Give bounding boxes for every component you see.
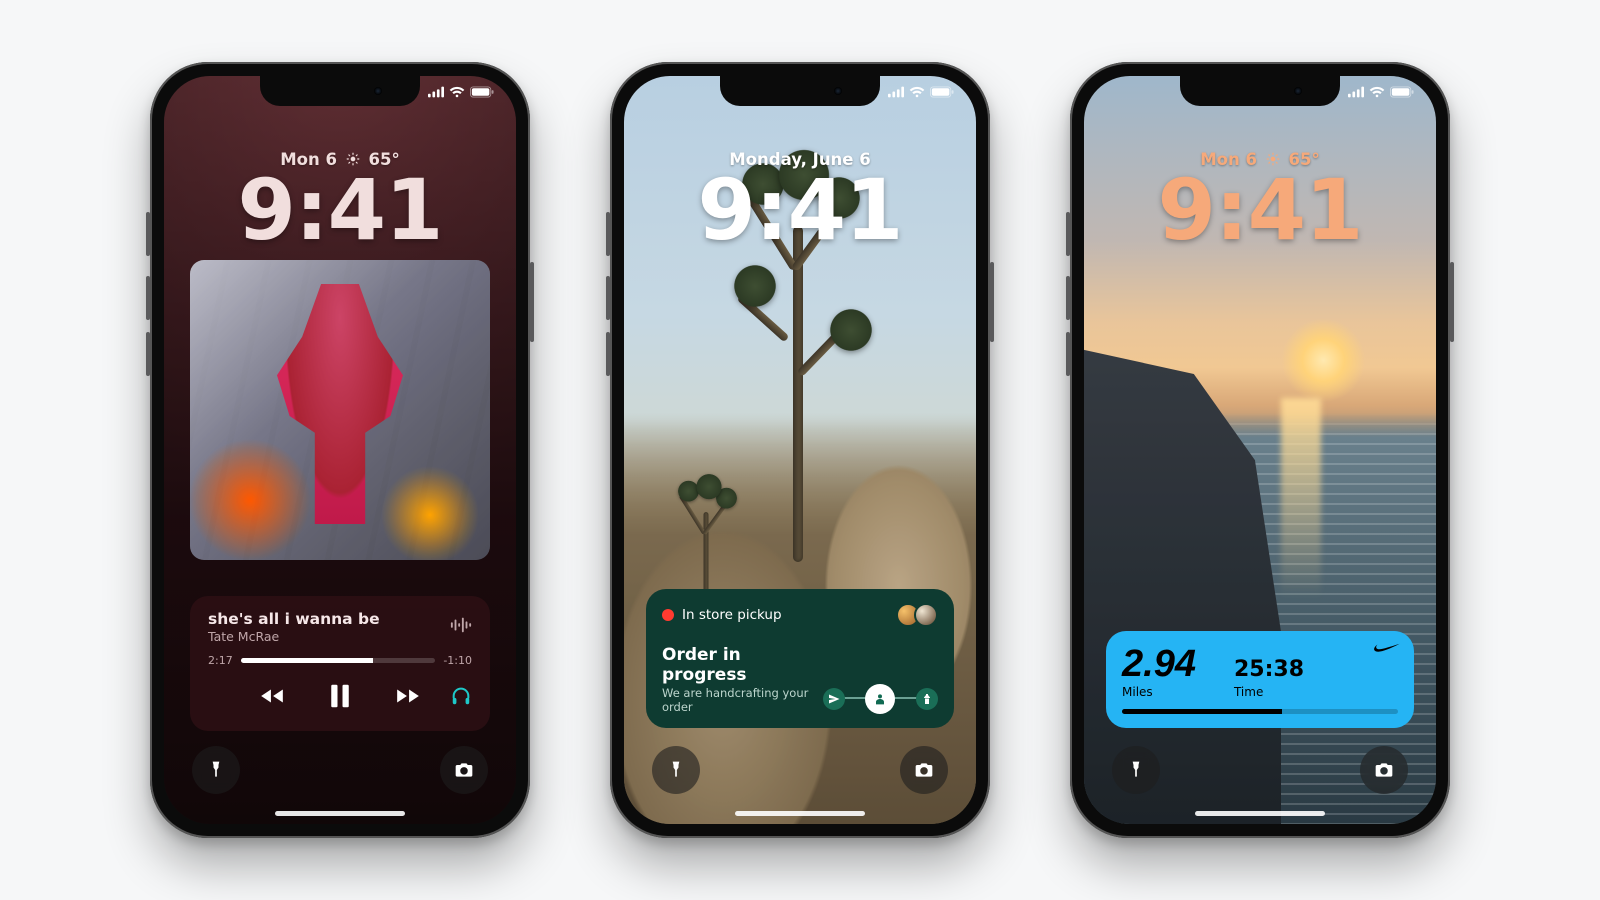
flashlight-button[interactable] xyxy=(1112,746,1160,794)
three-phone-stage: Mon 6 65° 9:41 she's all i wanna be Tate… xyxy=(0,0,1600,900)
run-distance-label: Miles xyxy=(1122,685,1196,699)
cellular-icon xyxy=(428,86,444,98)
nike-swoosh-icon xyxy=(1374,641,1400,660)
cellular-icon xyxy=(888,86,904,98)
flashlight-button[interactable] xyxy=(192,746,240,794)
phone-sunset-lockscreen: Mon 6 65° 9:41 2.94 Miles 25:38 xyxy=(1070,62,1450,838)
run-progress-track xyxy=(1122,709,1398,714)
phone-joshuatree-lockscreen: Monday, June 6 9:41 In store pickup Orde… xyxy=(610,62,990,838)
pause-button[interactable] xyxy=(325,681,355,715)
run-time-label: Time xyxy=(1234,685,1304,699)
time-elapsed: 2:17 xyxy=(208,654,233,667)
home-indicator[interactable] xyxy=(1195,811,1325,816)
step-store-icon xyxy=(916,688,938,710)
lockscreen-time: 9:41 xyxy=(1084,168,1436,252)
home-indicator[interactable] xyxy=(735,811,865,816)
wifi-icon xyxy=(1369,86,1385,98)
flashlight-button[interactable] xyxy=(652,746,700,794)
run-distance-value: 2.94 xyxy=(1122,645,1196,683)
phone-music-lockscreen: Mon 6 65° 9:41 she's all i wanna be Tate… xyxy=(150,62,530,838)
run-time-value: 25:38 xyxy=(1234,657,1304,683)
wifi-icon xyxy=(909,86,925,98)
order-subtitle: We are handcrafting your order xyxy=(662,686,823,714)
run-time-block: 25:38 Time xyxy=(1234,657,1304,699)
wallpaper-tree xyxy=(793,226,803,563)
status-bar xyxy=(1348,86,1414,98)
camera-button[interactable] xyxy=(440,746,488,794)
playback-progress[interactable]: 2:17 -1:10 xyxy=(208,654,472,667)
order-progress-steps xyxy=(823,684,938,714)
playback-controls xyxy=(208,681,472,715)
now-playing-album-art[interactable] xyxy=(190,260,490,560)
previous-button[interactable] xyxy=(259,683,285,713)
live-indicator-icon xyxy=(662,609,674,621)
camera-button[interactable] xyxy=(900,746,948,794)
waveform-icon[interactable] xyxy=(450,617,472,637)
progress-track[interactable] xyxy=(241,658,436,663)
step-sent-icon xyxy=(823,688,845,710)
time-remaining: -1:10 xyxy=(443,654,472,667)
track-artist: Tate McRae xyxy=(208,629,380,644)
track-info: she's all i wanna be Tate McRae xyxy=(208,610,380,644)
step-pickup-person-icon xyxy=(865,684,895,714)
run-progress-fill xyxy=(1122,709,1282,714)
next-button[interactable] xyxy=(395,683,421,713)
lockscreen-time: 9:41 xyxy=(624,168,976,252)
live-activity-order[interactable]: In store pickup Order in progress We are… xyxy=(646,589,954,728)
notch xyxy=(260,76,420,106)
wifi-icon xyxy=(449,86,465,98)
cellular-icon xyxy=(1348,86,1364,98)
now-playing-widget[interactable]: she's all i wanna be Tate McRae 2:17 -1:… xyxy=(190,596,490,731)
live-activity-running[interactable]: 2.94 Miles 25:38 Time xyxy=(1106,631,1414,728)
battery-icon xyxy=(930,86,954,98)
battery-icon xyxy=(1390,86,1414,98)
wallpaper-sun-reflection xyxy=(1281,398,1321,598)
notch xyxy=(720,76,880,106)
status-bar xyxy=(888,86,954,98)
run-distance-block: 2.94 Miles xyxy=(1122,645,1196,699)
battery-icon xyxy=(470,86,494,98)
status-bar xyxy=(428,86,494,98)
pickup-status: In store pickup xyxy=(682,607,782,623)
track-title: she's all i wanna be xyxy=(208,610,380,628)
item-thumbnail xyxy=(914,603,938,627)
audio-output-headphones-icon[interactable] xyxy=(450,685,472,711)
order-title: Order in progress xyxy=(662,645,823,685)
lockscreen-time: 9:41 xyxy=(164,168,516,252)
progress-fill xyxy=(241,658,373,663)
camera-button[interactable] xyxy=(1360,746,1408,794)
order-items-thumbnails xyxy=(902,603,938,627)
home-indicator[interactable] xyxy=(275,811,405,816)
notch xyxy=(1180,76,1340,106)
